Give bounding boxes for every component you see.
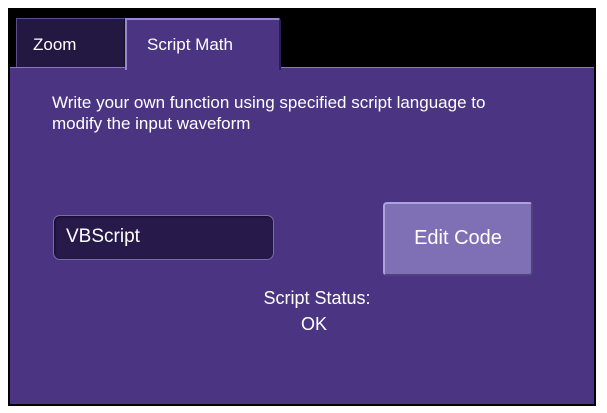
tab-script-math[interactable]: Script Math (125, 18, 281, 70)
script-math-panel: Write your own function using specified … (10, 67, 594, 404)
script-status-value: OK (300, 314, 327, 334)
tab-bar: Zoom Script Math (10, 10, 594, 70)
description-text: Write your own function using specified … (52, 93, 486, 133)
tab-zoom[interactable]: Zoom (16, 18, 125, 70)
script-math-dialog: Zoom Script Math Write your own function… (8, 8, 596, 406)
script-language-field[interactable]: VBScript (53, 215, 274, 260)
script-status-label: Script Status: (263, 288, 371, 308)
edit-code-button[interactable]: Edit Code (383, 202, 533, 276)
